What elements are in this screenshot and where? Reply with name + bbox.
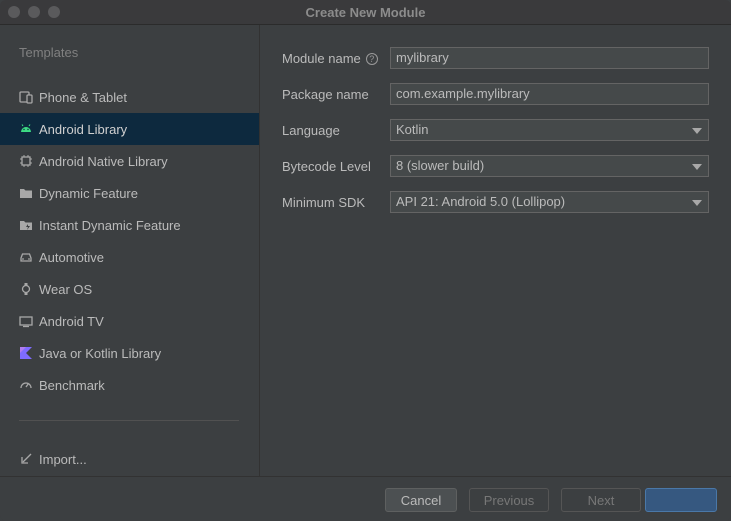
window-title: Create New Module [305, 5, 426, 20]
chevron-down-icon [692, 164, 702, 170]
android-icon [19, 122, 33, 136]
package-name-input[interactable]: com.example.mylibrary [390, 83, 709, 105]
sidebar-item-android-library[interactable]: Android Library [0, 113, 259, 145]
watch-icon [19, 282, 33, 296]
minimum-sdk-select[interactable]: API 21: Android 5.0 (Lollipop) [390, 191, 709, 213]
templates-sidebar: Templates Phone & Tablet Android Library… [0, 25, 260, 476]
chevron-down-icon [692, 128, 702, 134]
sidebar-item-label: Automotive [39, 249, 105, 265]
folder-icon [19, 186, 33, 200]
bytecode-level-label: Bytecode Level [282, 159, 371, 174]
sidebar-item-dynamic-feature[interactable]: Dynamic Feature [0, 177, 259, 209]
module-name-row: Module name? mylibrary [260, 47, 731, 71]
import-button[interactable]: Import... [0, 443, 259, 475]
sidebar-item-label: Dynamic Feature [39, 185, 138, 201]
minimum-sdk-row: Minimum SDK API 21: Android 5.0 (Lollipo… [260, 191, 731, 215]
sidebar-item-java-kotlin-library[interactable]: Java or Kotlin Library [0, 337, 259, 369]
sidebar-item-label: Java or Kotlin Library [39, 345, 162, 361]
gauge-icon [19, 378, 33, 392]
language-label: Language [282, 123, 340, 138]
sidebar-item-label: Android TV [39, 313, 104, 329]
templates-header: Templates [19, 45, 79, 60]
bytecode-level-select[interactable]: 8 (slower build) [390, 155, 709, 177]
package-name-label: Package name [282, 87, 369, 102]
sidebar-item-benchmark[interactable]: Benchmark [0, 369, 259, 401]
sidebar-item-phone-tablet[interactable]: Phone & Tablet [0, 81, 259, 113]
sidebar-item-label: Wear OS [39, 281, 93, 297]
create-new-module-dialog: Create New Module Templates Phone & Tabl… [0, 0, 731, 521]
module-name-label: Module name? [282, 51, 378, 66]
finish-button[interactable] [645, 488, 717, 512]
language-value: Kotlin [396, 122, 429, 137]
package-name-row: Package name com.example.mylibrary [260, 83, 731, 107]
folder-lightning-icon [19, 218, 33, 232]
bytecode-level-value: 8 (slower build) [396, 158, 485, 173]
next-button[interactable]: Next [561, 488, 641, 512]
bytecode-level-row: Bytecode Level 8 (slower build) [260, 155, 731, 179]
minimum-sdk-value: API 21: Android 5.0 (Lollipop) [396, 194, 566, 209]
dialog-footer: Cancel Previous Next [0, 476, 731, 521]
module-form: Module name? mylibrary Package name com.… [260, 25, 731, 476]
sidebar-item-automotive[interactable]: Automotive [0, 241, 259, 273]
sidebar-item-label: Phone & Tablet [39, 89, 127, 105]
language-select[interactable]: Kotlin [390, 119, 709, 141]
sidebar-item-android-tv[interactable]: Android TV [0, 305, 259, 337]
sidebar-item-label: Instant Dynamic Feature [39, 217, 181, 233]
tv-icon [19, 314, 33, 328]
import-icon [19, 452, 33, 466]
sidebar-item-label: Android Library [39, 121, 128, 137]
title-bar: Create New Module [0, 0, 731, 25]
sidebar-divider [19, 420, 239, 421]
sidebar-item-instant-dynamic-feature[interactable]: Instant Dynamic Feature [0, 209, 259, 241]
language-row: Language Kotlin [260, 119, 731, 143]
cancel-button[interactable]: Cancel [385, 488, 457, 512]
previous-button[interactable]: Previous [469, 488, 549, 512]
minimum-sdk-label: Minimum SDK [282, 195, 366, 210]
native-library-icon [19, 154, 33, 168]
import-label: Import... [39, 451, 87, 467]
help-icon[interactable]: ? [365, 52, 378, 65]
sidebar-item-label: Benchmark [39, 377, 105, 393]
sidebar-item-android-native-library[interactable]: Android Native Library [0, 145, 259, 177]
kotlin-icon [19, 346, 33, 360]
sidebar-item-label: Android Native Library [39, 153, 168, 169]
module-name-input[interactable]: mylibrary [390, 47, 709, 69]
car-icon [19, 250, 33, 264]
phone-tablet-icon [19, 90, 33, 104]
sidebar-item-wear-os[interactable]: Wear OS [0, 273, 259, 305]
chevron-down-icon [692, 200, 702, 206]
